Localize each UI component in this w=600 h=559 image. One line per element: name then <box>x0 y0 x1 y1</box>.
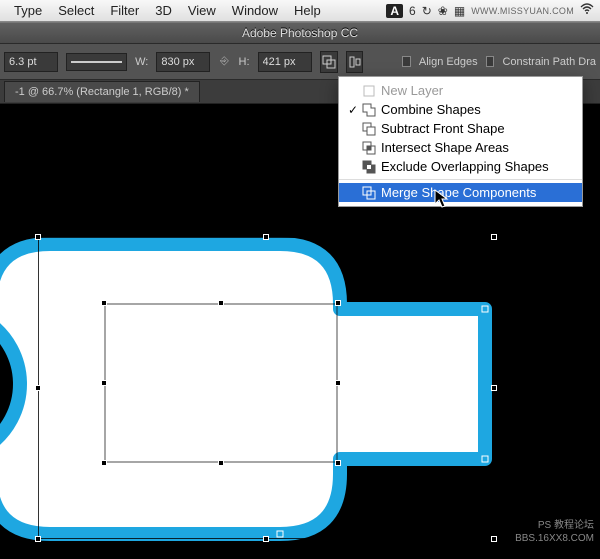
width-input[interactable] <box>156 52 210 72</box>
align-edges-checkbox[interactable] <box>402 56 411 67</box>
menu-item-merge-components[interactable]: Merge Shape Components <box>339 183 582 202</box>
menu-item-exclude[interactable]: Exclude Overlapping Shapes <box>339 157 582 176</box>
wifi-icon <box>580 2 594 19</box>
transform-handle[interactable] <box>101 380 107 386</box>
menu-item-new-layer: New Layer <box>339 81 582 100</box>
anchor-point[interactable] <box>482 456 489 463</box>
transform-handle[interactable] <box>35 234 41 240</box>
flower-icon: ❀ <box>438 4 448 18</box>
menu-select[interactable]: Select <box>50 3 102 18</box>
mac-menubar: Type Select Filter 3D View Window Help A… <box>0 0 600 22</box>
path-align-button[interactable] <box>346 51 363 73</box>
constrain-checkbox[interactable] <box>486 56 495 67</box>
align-edges-label: Align Edges <box>419 56 478 68</box>
combine-shapes-icon <box>361 103 377 117</box>
height-input[interactable] <box>258 52 312 72</box>
path-operations-menu: New Layer ✓ Combine Shapes Subtract Fron… <box>338 76 583 207</box>
menu-item-label: Exclude Overlapping Shapes <box>381 159 549 174</box>
transform-handle[interactable] <box>335 380 341 386</box>
document-tab[interactable]: -1 @ 66.7% (Rectangle 1, RGB/8) * <box>4 81 200 102</box>
transform-handle[interactable] <box>335 460 341 466</box>
transform-handle[interactable] <box>491 234 497 240</box>
transform-handle[interactable] <box>335 300 341 306</box>
menu-window[interactable]: Window <box>224 3 286 18</box>
app-title: Adobe Photoshop CC <box>242 26 358 40</box>
menu-item-label: New Layer <box>381 83 443 98</box>
vector-shape[interactable] <box>0 224 520 559</box>
menu-item-label: Intersect Shape Areas <box>381 140 509 155</box>
watermark-line2: BBS.16XX8.COM <box>515 532 594 545</box>
watermark: PS 教程论坛 BBS.16XX8.COM <box>515 519 594 545</box>
transform-handle[interactable] <box>218 300 224 306</box>
subtract-shape-icon <box>361 122 377 136</box>
watermark-url: WWW.MISSYUAN.COM <box>471 6 574 16</box>
transform-handle[interactable] <box>263 234 269 240</box>
checkmark-icon: ✓ <box>345 103 361 117</box>
link-wh-icon[interactable]: ⎆ <box>218 54 230 70</box>
sync-icon: ↻ <box>422 4 432 18</box>
transform-handle[interactable] <box>491 536 497 542</box>
menu-item-label: Combine Shapes <box>381 102 481 117</box>
transform-handle[interactable] <box>263 536 269 542</box>
transform-handle[interactable] <box>101 460 107 466</box>
menu-separator <box>339 179 582 180</box>
anchor-point[interactable] <box>482 306 489 313</box>
menu-item-label: Merge Shape Components <box>381 185 536 200</box>
anchor-point[interactable] <box>277 531 284 538</box>
menu-item-intersect[interactable]: Intersect Shape Areas <box>339 138 582 157</box>
transform-handle[interactable] <box>35 536 41 542</box>
menu-item-label: Subtract Front Shape <box>381 121 505 136</box>
transform-handle[interactable] <box>491 385 497 391</box>
intersect-shape-icon <box>361 141 377 155</box>
menu-item-subtract-front[interactable]: Subtract Front Shape <box>339 119 582 138</box>
menu-3d[interactable]: 3D <box>147 3 180 18</box>
transform-handle[interactable] <box>101 300 107 306</box>
transform-handle[interactable] <box>218 460 224 466</box>
options-bar: W: ⎆ H: Align Edges Constrain Path Dra <box>0 44 600 80</box>
new-layer-icon <box>361 84 377 98</box>
width-label: W: <box>135 56 148 68</box>
adobe-badge-number: 6 <box>409 4 416 18</box>
stroke-weight-input[interactable] <box>4 52 58 72</box>
grid-icon: ▦ <box>454 4 465 18</box>
transform-handle[interactable] <box>35 385 41 391</box>
menu-item-combine-shapes[interactable]: ✓ Combine Shapes <box>339 100 582 119</box>
watermark-line1: PS 教程论坛 <box>515 519 594 532</box>
exclude-shape-icon <box>361 160 377 174</box>
merge-shape-icon <box>361 186 377 200</box>
inner-rect-selection[interactable] <box>105 304 337 462</box>
menu-filter[interactable]: Filter <box>102 3 147 18</box>
stroke-style-dropdown[interactable] <box>66 53 127 71</box>
app-title-bar: Adobe Photoshop CC <box>0 22 600 44</box>
adobe-badge-icon: A <box>386 4 403 18</box>
menu-type[interactable]: Type <box>6 3 50 18</box>
menu-view[interactable]: View <box>180 3 224 18</box>
menu-help[interactable]: Help <box>286 3 329 18</box>
constrain-label: Constrain Path Dra <box>502 56 596 68</box>
status-tray: A 6 ↻ ❀ ▦ WWW.MISSYUAN.COM <box>386 2 594 19</box>
path-operations-button[interactable] <box>320 51 339 73</box>
height-label: H: <box>239 56 250 68</box>
